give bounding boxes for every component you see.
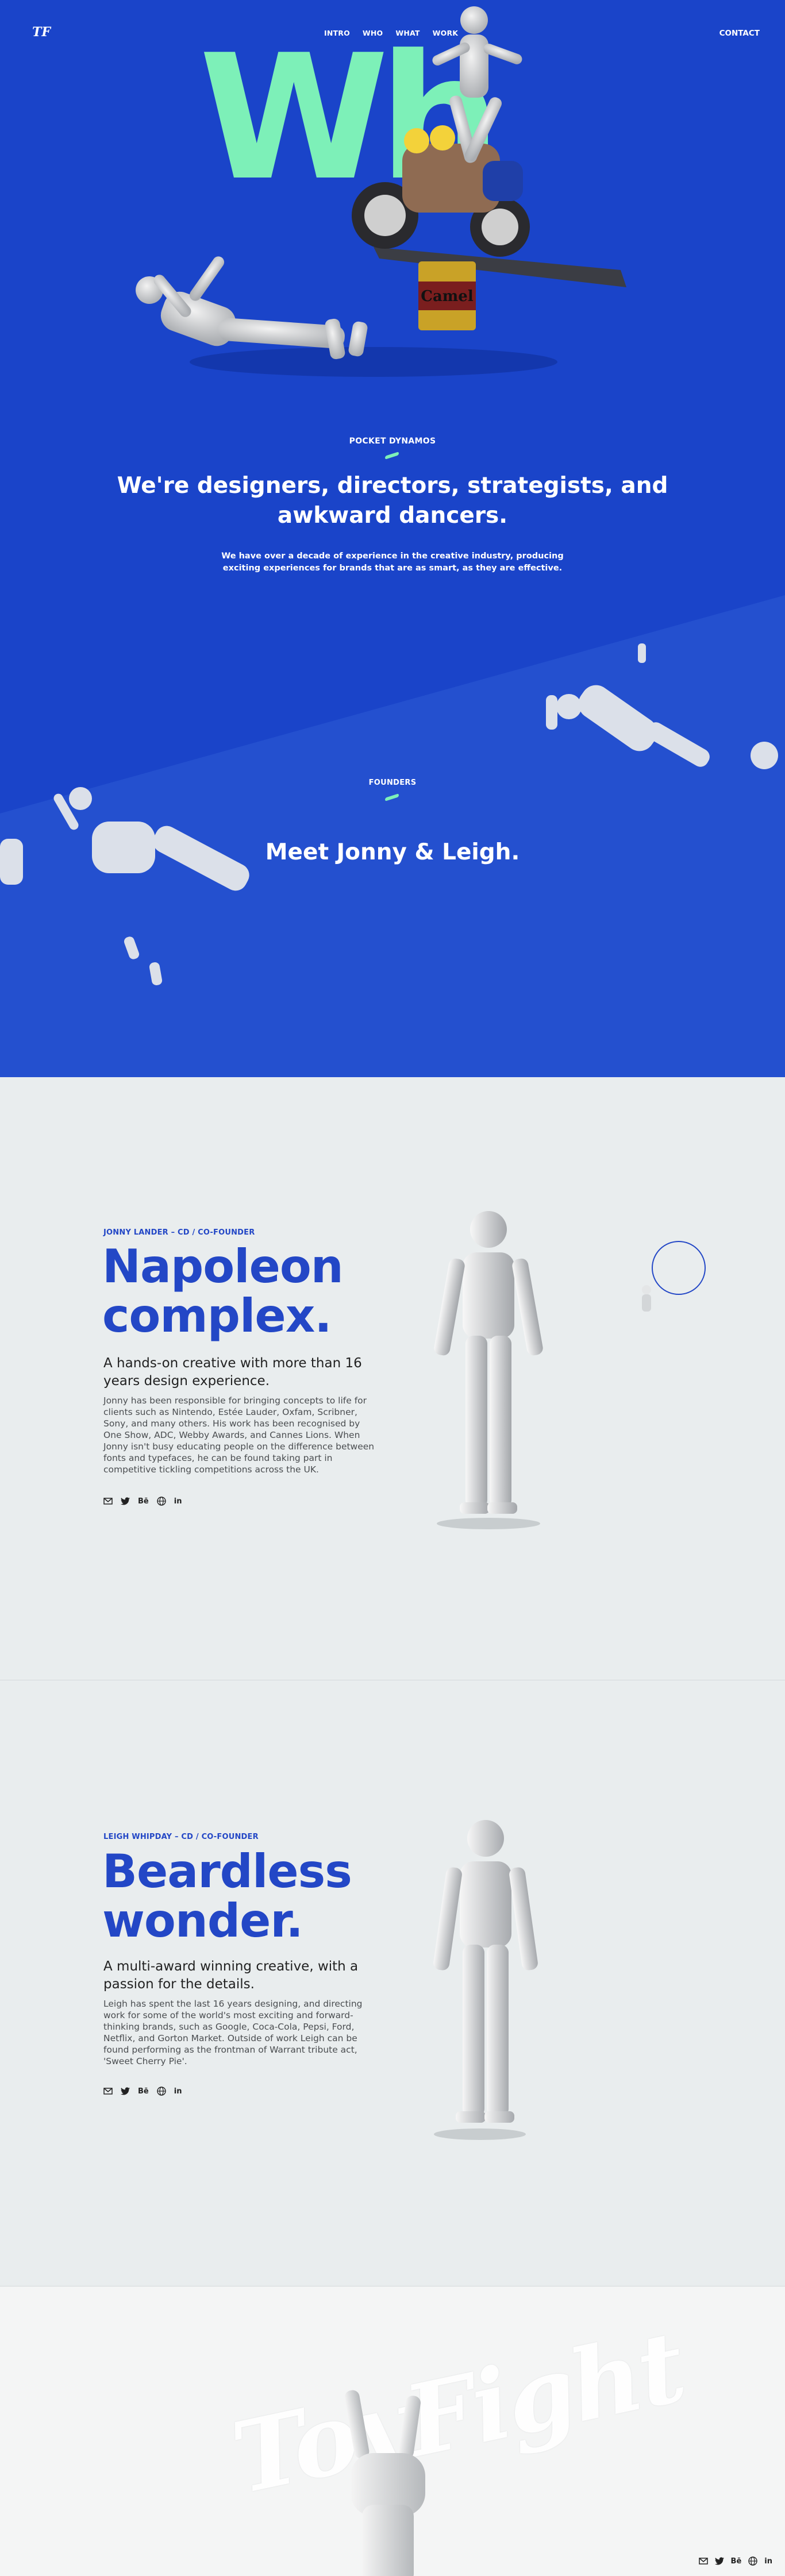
hero-headline: We're designers, directors, strategists,… <box>117 473 668 529</box>
award-badge <box>652 1241 706 1295</box>
profile-social-links: Bē in <box>103 1497 182 1506</box>
toyfight-wordmark: ToyFight <box>222 2309 693 2517</box>
email-icon[interactable] <box>103 2088 113 2095</box>
profile-bio: Jonny has been responsible for bringing … <box>103 1395 375 1475</box>
jonny-toy-figure <box>434 1211 543 1529</box>
mint-dash <box>385 452 399 460</box>
profile-role: LEIGH WHIPDAY – CD / CO-FOUNDER <box>103 1833 259 1841</box>
profile-subtitle: A multi-award winning creative, with a p… <box>103 1959 359 1992</box>
hero-shadow <box>190 347 557 377</box>
leigh-toy-figure <box>433 1820 538 2140</box>
hero-section: TF INTRO WHO WHAT WORK CONTACT Wh Camel <box>0 0 785 1077</box>
founders-headline: Meet Jonny & Leigh. <box>265 839 520 865</box>
profile-title: Beardless wonder. <box>102 1845 352 1948</box>
globe-icon[interactable] <box>157 1497 166 1506</box>
contact-link[interactable]: CONTACT <box>719 29 760 38</box>
profile-social-links: Bē in <box>103 2087 182 2096</box>
svg-text:Camel: Camel <box>421 288 474 305</box>
profile-bio: Leigh has spent the last 16 years design… <box>103 1999 363 2066</box>
globe-icon[interactable] <box>157 2087 166 2096</box>
twitter-icon[interactable] <box>121 1497 130 1505</box>
reclining-figure <box>136 256 368 360</box>
email-icon[interactable] <box>698 2558 708 2565</box>
footer-social-links: Bē in <box>698 2556 772 2566</box>
behance-icon[interactable]: Bē <box>138 2087 149 2096</box>
founders-label: FOUNDERS <box>368 778 417 787</box>
toyfight-logo[interactable]: TF <box>32 25 51 39</box>
twitter-icon[interactable] <box>121 2087 130 2095</box>
globe-icon[interactable] <box>748 2556 757 2566</box>
profile-subtitle: A hands-on creative with more than 16 ye… <box>103 1356 362 1389</box>
behance-icon[interactable]: Bē <box>731 2557 742 2566</box>
fallen-figure-right <box>546 643 778 769</box>
founders-scatter-illustration <box>0 643 778 985</box>
linkedin-icon[interactable]: in <box>174 2087 182 2096</box>
linkedin-icon[interactable]: in <box>764 2557 772 2566</box>
hero-lede: We have over a decade of experience in t… <box>221 552 564 573</box>
twitter-icon[interactable] <box>714 2557 724 2565</box>
rock-hand-sculpture <box>344 2390 425 2576</box>
footer-section: ToyFight Bē in <box>0 2286 785 2576</box>
linkedin-icon[interactable]: in <box>174 1497 182 1506</box>
profile-role: JONNY LANDER – CD / CO-FOUNDER <box>103 1228 255 1237</box>
pocket-dynamos-label: POCKET DYNAMOS <box>349 437 436 446</box>
profile-title: Napoleon complex. <box>102 1240 344 1343</box>
behance-icon[interactable]: Bē <box>138 1497 149 1506</box>
small-toy-figure <box>642 1285 651 1312</box>
email-icon[interactable] <box>103 1498 113 1505</box>
toy-hands <box>124 936 163 985</box>
motorbike <box>352 125 530 257</box>
hero-toy-illustration: Camel <box>136 6 626 377</box>
